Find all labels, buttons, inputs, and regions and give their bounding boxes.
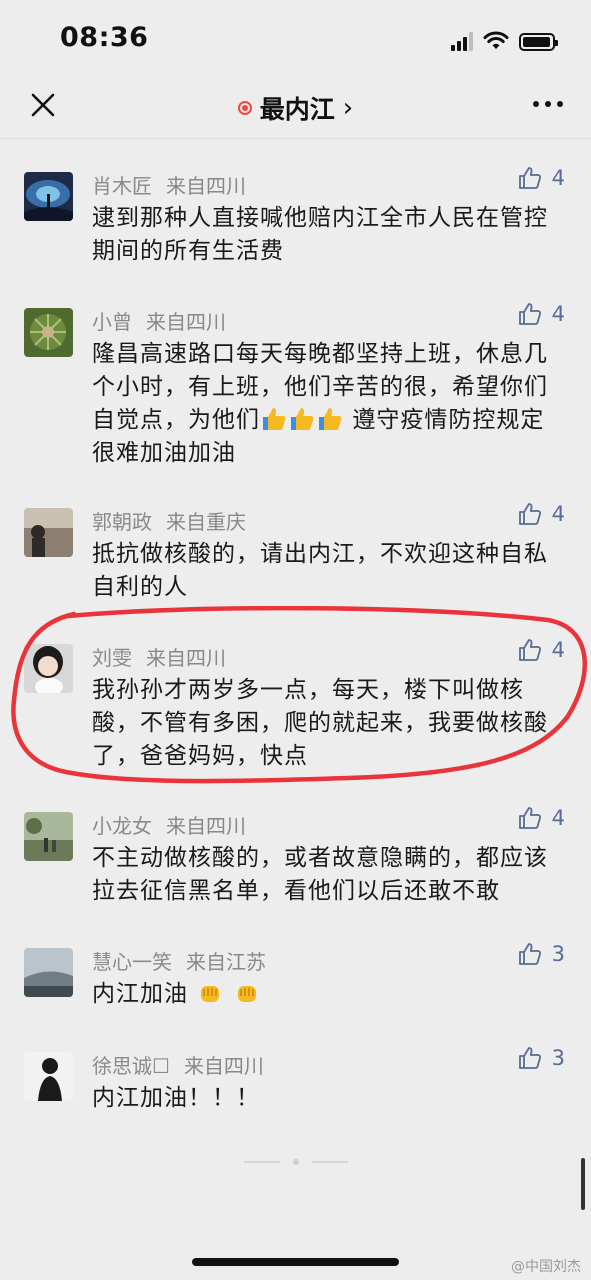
comment-meta: 小曾 来自四川 [92, 306, 226, 335]
thumbs-up-icon [518, 807, 541, 829]
thumbs-up-icon [518, 1047, 541, 1069]
scrollbar[interactable] [581, 1158, 585, 1210]
comment-text: 内江加油 [92, 978, 562, 1011]
page-title-text: 最内江 [259, 95, 335, 124]
commenter-name[interactable]: 徐思诚☐ [92, 1054, 170, 1078]
commenter-location: 来自四川 [183, 1054, 264, 1078]
thumbs-up-icon [518, 303, 541, 325]
home-indicator[interactable] [192, 1258, 399, 1266]
end-divider [244, 1159, 348, 1165]
status-bar: 08:36 [0, 0, 591, 78]
like-count: 4 [551, 302, 565, 326]
comment-text-part: 内江加油 [92, 981, 188, 1007]
like-count: 3 [551, 1046, 565, 1070]
comment-meta: 肖木匠 来自四川 [92, 170, 246, 199]
comment-text: 隆昌高速路口每天每晚都坚持上班，休息几个小时，有上班，他们辛苦的很，希望你们自觉… [92, 338, 562, 470]
comment-text: 抵抗做核酸的，请出内江，不欢迎这种自私自利的人 [92, 541, 548, 600]
like-button[interactable]: 4 [518, 166, 565, 190]
live-dot-icon [237, 101, 252, 115]
thumbs-up-icon [518, 167, 541, 189]
comment-text: 逮到那种人直接喊他赔内江全市人民在管控期间的所有生活费 [92, 205, 548, 264]
fist-emoji-icon [237, 986, 256, 1002]
commenter-location: 来自四川 [166, 814, 246, 838]
commenter-name[interactable]: 小龙女 [92, 814, 152, 838]
comment-meta: 慧心一笑 来自江苏 [92, 946, 266, 975]
commenter-name[interactable]: 郭朝政 [92, 510, 152, 534]
comment-text: 内江加油！！！ [92, 1085, 260, 1111]
thumbs-up-icon [518, 503, 541, 525]
cellular-signal-icon [451, 31, 473, 51]
thumbs-up-emoji-icon [291, 408, 314, 430]
like-button[interactable]: 3 [518, 1046, 565, 1070]
like-button[interactable]: 4 [518, 302, 565, 326]
comment-meta: 徐思诚☐ 来自四川 [92, 1050, 264, 1079]
more-icon[interactable] [531, 92, 565, 116]
commenter-location: 来自四川 [166, 174, 246, 198]
like-button[interactable]: 4 [518, 502, 565, 526]
thumbs-up-emoji-icon [319, 408, 342, 430]
like-count: 3 [551, 942, 565, 966]
like-count: 4 [551, 806, 565, 830]
fist-emoji-icon [201, 986, 220, 1002]
like-count: 4 [551, 502, 565, 526]
page-title[interactable]: 最内江 › [0, 90, 591, 126]
like-count: 4 [551, 166, 565, 190]
avatar[interactable] [24, 508, 73, 557]
chevron-right-icon: › [342, 93, 354, 123]
status-icons [451, 27, 558, 51]
avatar[interactable] [24, 308, 73, 357]
nav-bar: 最内江 › [0, 78, 591, 139]
watermark: @中国刘杰 [511, 1259, 581, 1275]
commenter-location: 来自重庆 [166, 510, 246, 534]
avatar[interactable] [24, 172, 73, 221]
commenter-name[interactable]: 小曾 [92, 310, 132, 334]
comment-meta: 郭朝政 来自重庆 [92, 506, 246, 535]
commenter-location: 来自四川 [146, 310, 226, 334]
avatar[interactable] [24, 1052, 73, 1101]
avatar[interactable] [24, 948, 73, 997]
thumbs-up-icon [518, 943, 541, 965]
commenter-location: 来自江苏 [186, 950, 266, 974]
commenter-name[interactable]: 肖木匠 [92, 174, 152, 198]
battery-icon [519, 33, 558, 51]
thumbs-up-emoji-icon [263, 408, 286, 430]
like-button[interactable]: 4 [518, 806, 565, 830]
comment-meta: 小龙女 来自四川 [92, 810, 246, 839]
wifi-icon [483, 31, 509, 49]
commenter-name[interactable]: 慧心一笑 [92, 950, 172, 974]
avatar[interactable] [24, 812, 73, 861]
status-time: 08:36 [60, 22, 149, 53]
comment-text: 不主动做核酸的，或者故意隐瞒的，都应该拉去征信黑名单，看他们以后还敢不敢 [92, 845, 548, 904]
highlight-circle [11, 606, 588, 784]
like-button[interactable]: 3 [518, 942, 565, 966]
